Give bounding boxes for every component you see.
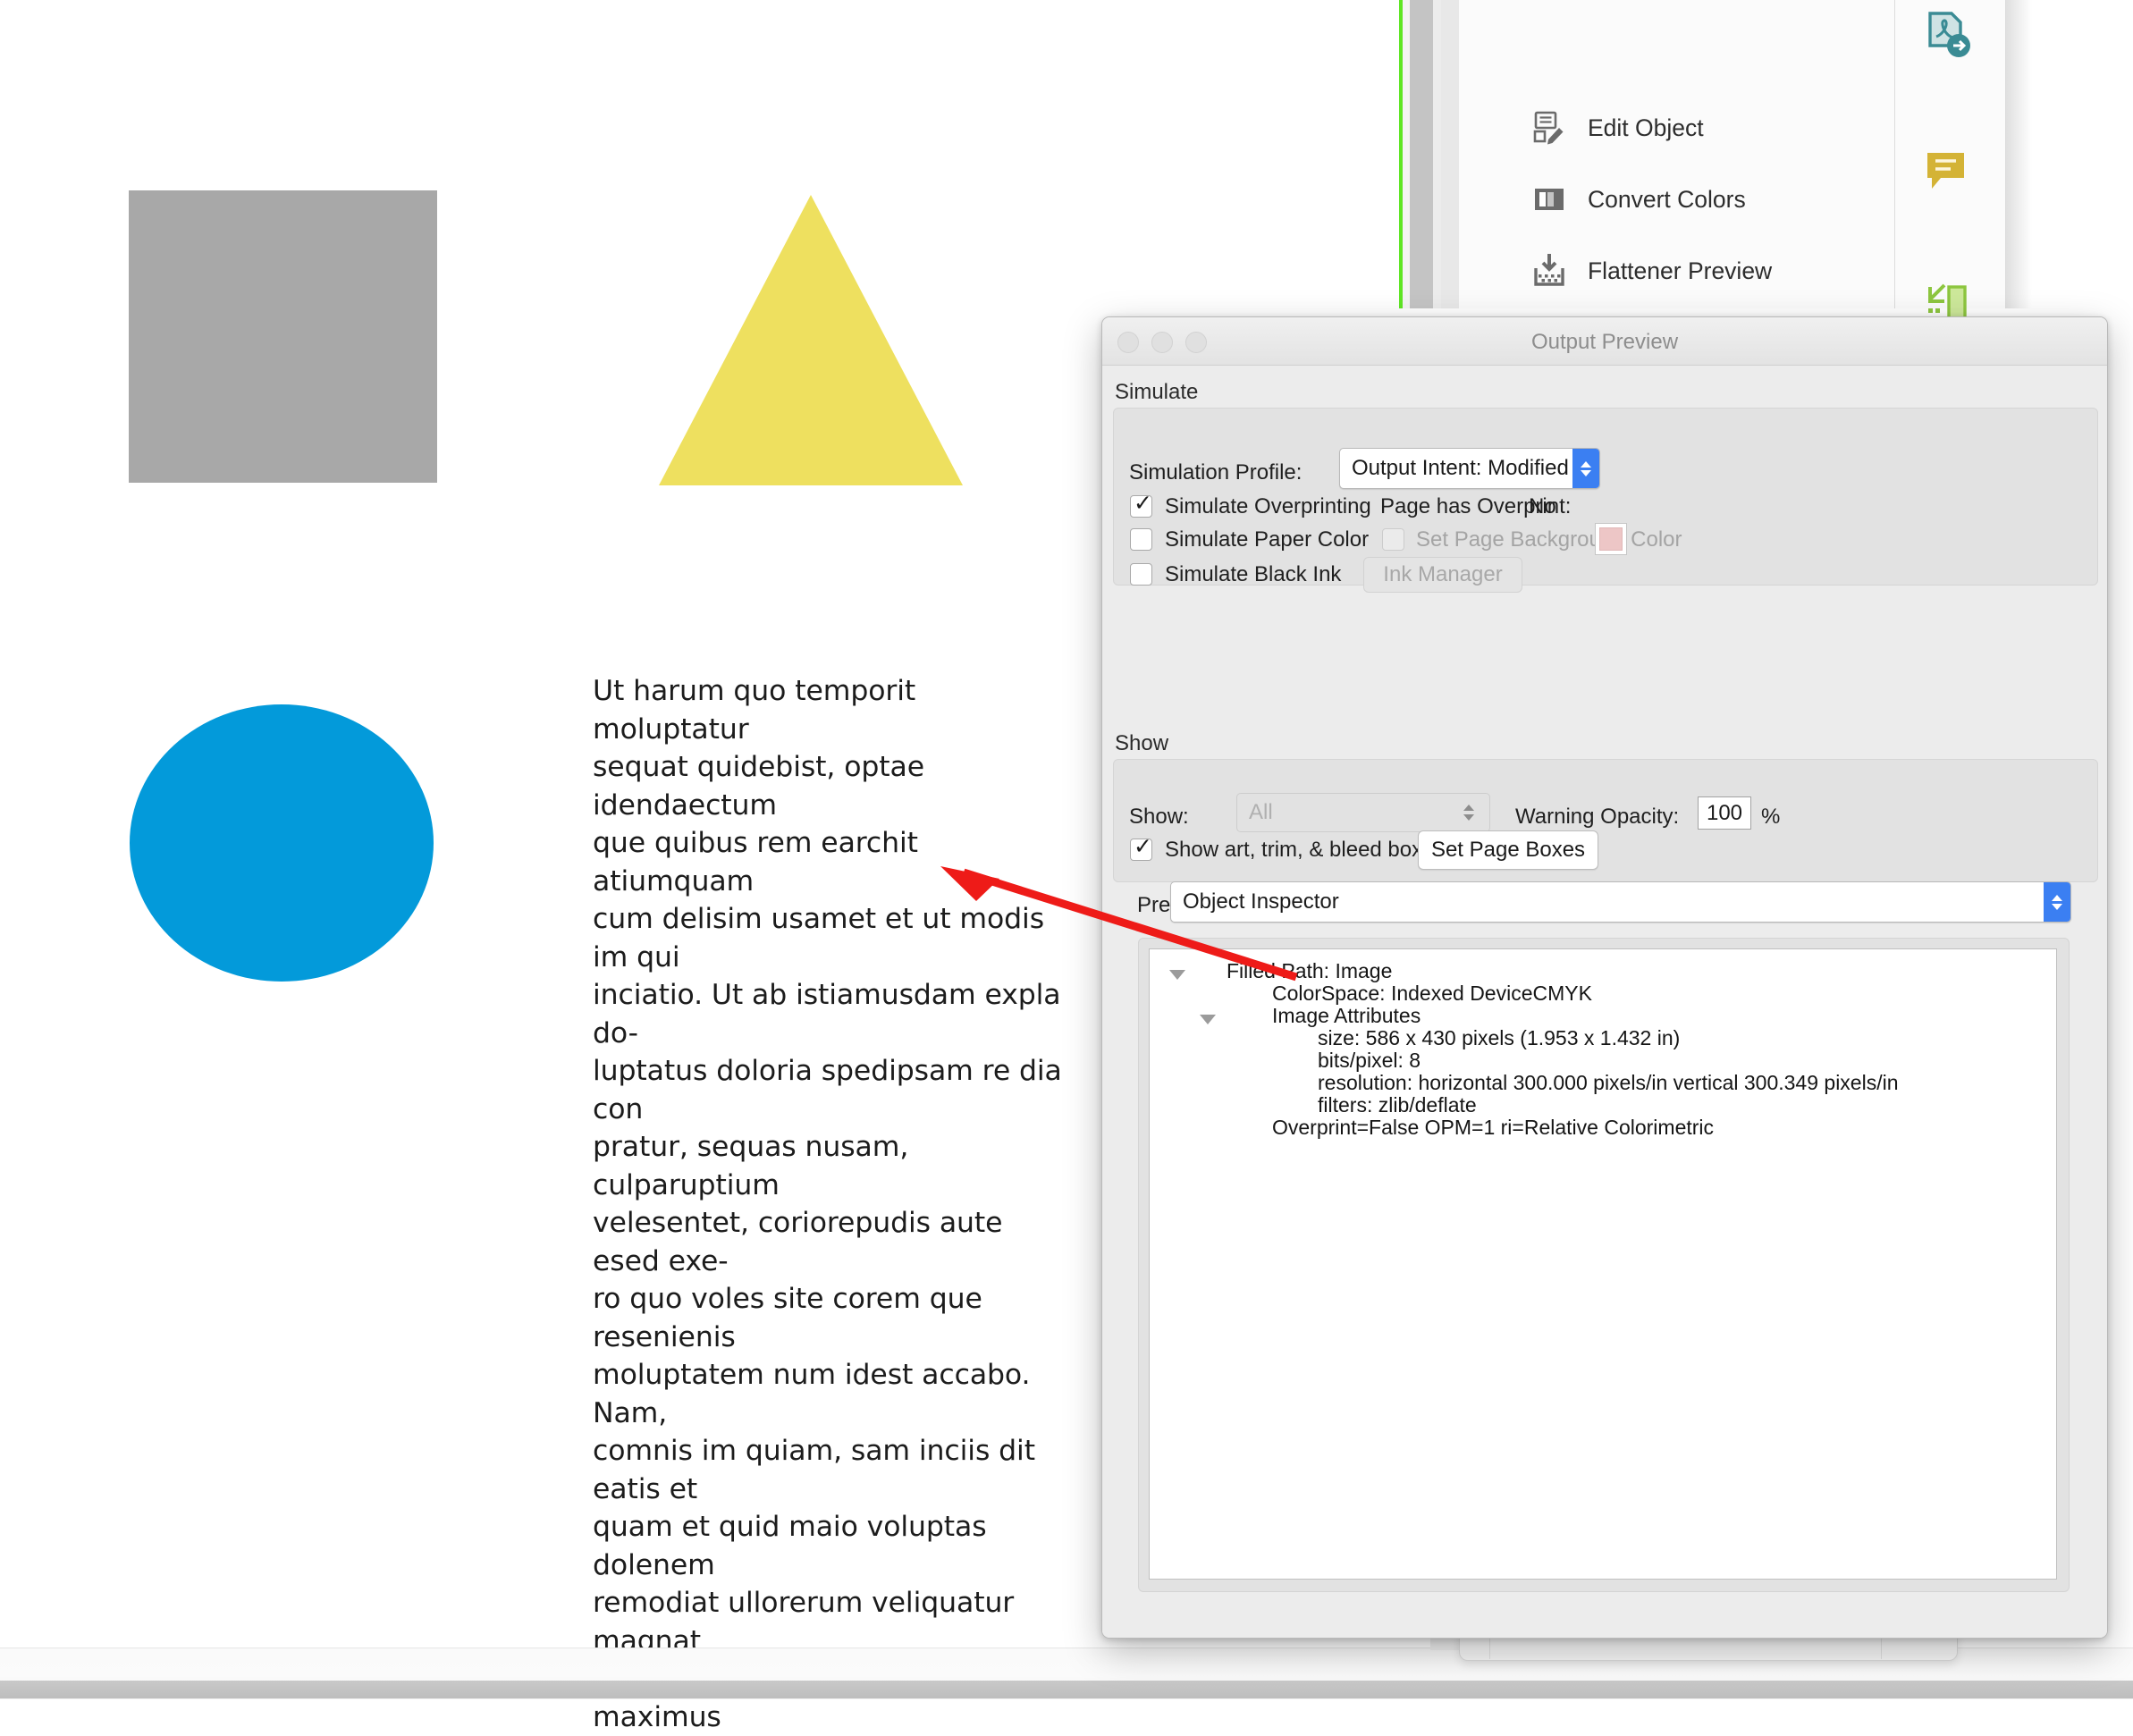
convert-colors-icon [1530,181,1568,218]
tool-flattener-preview[interactable]: Flattener Preview [1530,246,1951,296]
show-label: Show: [1129,805,1189,829]
simulate-overprinting-label: Simulate Overprinting [1165,494,1371,518]
tool-convert-colors[interactable]: Convert Colors [1530,174,1951,224]
set-page-background-color-checkbox[interactable] [1382,528,1404,551]
dialog-title: Output Preview [1530,330,1679,354]
swatch-fill [1599,527,1623,551]
show-boxes-checkbox[interactable]: ✓ [1130,836,1152,861]
disclosure-triangle-icon[interactable] [1169,970,1185,980]
tools-pane: Edit Object Convert Colors Flattener Pre… [1459,0,1942,401]
warning-opacity-input[interactable]: 100 [1698,796,1751,830]
gray-square-shape [129,190,437,483]
panel-gutter-left [1403,0,1410,308]
page-has-overprint-value: No [1529,494,1556,518]
simulation-profile-select[interactable]: Output Intent: Modified Coated GRACoL... [1339,448,1600,489]
vertical-scrollbar[interactable] [1410,0,1433,308]
chevron-updown-icon [2044,882,2070,922]
preview-select[interactable]: Object Inspector [1170,881,2071,923]
simulation-profile-label: Simulation Profile: [1129,460,1303,485]
show-select[interactable]: All [1236,793,1490,832]
edit-object-icon [1530,109,1568,147]
simulate-paper-color-label: Simulate Paper Color [1165,527,1370,552]
panel-gutter-mid [1433,0,1441,308]
export-pdf-icon[interactable] [1917,5,1977,66]
set-page-background-color-label: Set Page Background Color [1416,527,1682,552]
tool-edit-object-label: Edit Object [1588,114,1704,141]
set-page-boxes-button[interactable]: Set Page Boxes [1418,830,1598,870]
tool-flattener-preview-label: Flattener Preview [1588,257,1773,284]
show-boxes-label: Show art, trim, & bleed boxes [1165,838,1446,862]
panel-drop-shadow [2005,0,2032,308]
dialog-titlebar[interactable]: Output Preview [1102,317,2107,366]
preview-value: Object Inspector [1183,889,1339,914]
output-preview-dialog: Output Preview Simulate Simulation Profi… [1101,316,2108,1639]
show-group-label: Show [1115,731,1169,755]
simulate-group-label: Simulate [1115,380,1199,404]
simulate-black-ink-label: Simulate Black Ink [1165,562,1342,586]
simulate-black-ink-checkbox[interactable] [1130,563,1152,586]
yellow-triangle-shape [659,195,963,485]
inspector-row-4[interactable]: bits/pixel: 8 [1318,1049,1421,1073]
chevron-updown-icon [1455,805,1482,821]
tool-edit-object[interactable]: Edit Object [1530,103,1951,153]
panel-gutter-right [1441,0,1459,308]
object-inspector-frame: Filled Path: Image ColorSpace: Indexed D… [1138,938,2070,1592]
inspector-row-3[interactable]: size: 586 x 430 pixels (1.953 x 1.432 in… [1318,1026,1680,1050]
inspector-row-0[interactable]: Filled Path: Image [1227,959,1392,983]
blue-circle-shape [130,704,434,982]
show-value: All [1249,800,1273,824]
warning-opacity-label: Warning Opacity: [1515,805,1680,829]
simulate-overprinting-checkbox[interactable]: ✓ [1130,493,1152,518]
simulate-paper-color-checkbox[interactable] [1130,528,1152,551]
object-inspector-list[interactable]: Filled Path: Image ColorSpace: Indexed D… [1149,948,2057,1580]
tool-convert-colors-label: Convert Colors [1588,185,1746,213]
desktop-background [0,1681,2133,1698]
inspector-row-7[interactable]: Overprint=False OPM=1 ri=Relative Colori… [1272,1116,1714,1140]
inspector-row-6[interactable]: filters: zlib/deflate [1318,1093,1477,1117]
chevron-updown-icon [1572,449,1599,488]
flattener-preview-icon [1530,252,1568,290]
comment-icon[interactable] [1917,139,1977,200]
document-body-text: Ut harum quo temporit moluptatur sequat … [593,675,1062,1733]
dialog-body: Simulate Simulation Profile: Output Inte… [1102,366,2107,1638]
inspector-row-1[interactable]: ColorSpace: Indexed DeviceCMYK [1272,982,1592,1006]
right-icon-rail [1894,0,2006,459]
inspector-row-2[interactable]: Image Attributes [1272,1004,1421,1028]
disclosure-triangle-icon[interactable] [1200,1015,1216,1024]
inspector-row-5[interactable]: resolution: horizontal 300.000 pixels/in… [1318,1071,1899,1095]
ink-manager-button[interactable]: Ink Manager [1363,557,1522,593]
page-background-color-swatch[interactable] [1595,523,1627,555]
warning-opacity-unit: % [1761,805,1781,829]
simulation-profile-value: Output Intent: Modified Coated GRACoL... [1352,456,1572,480]
